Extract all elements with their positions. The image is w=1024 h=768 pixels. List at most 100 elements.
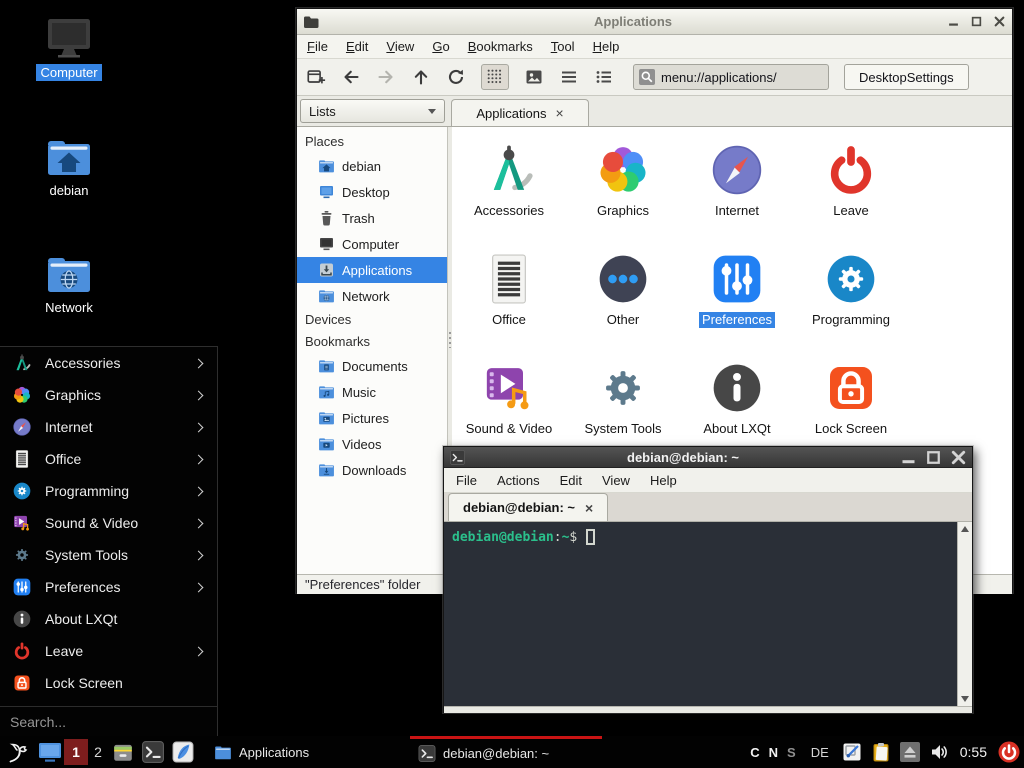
terminal-titlebar[interactable]: debian@debian: ~: [444, 447, 972, 468]
app-category-internet[interactable]: Internet: [680, 137, 794, 246]
app-category-accessories[interactable]: Accessories: [452, 137, 566, 246]
minimize-icon[interactable]: [901, 450, 916, 465]
terminal-menu-file[interactable]: File: [456, 473, 477, 488]
app-category-graphics[interactable]: Graphics: [566, 137, 680, 246]
office-icon: [481, 251, 537, 307]
app-category-programming[interactable]: Programming: [794, 246, 908, 355]
leave-icon: [823, 142, 879, 198]
back-icon[interactable]: [341, 67, 361, 87]
quicklaunch-terminal[interactable]: [142, 741, 164, 763]
desktop-icon-network[interactable]: Network: [21, 253, 117, 316]
sidebar-mode-combo[interactable]: Lists: [300, 99, 445, 123]
fm-menu-go[interactable]: Go: [432, 39, 449, 54]
sidebar-item-network[interactable]: Network: [297, 283, 447, 309]
terminal-menu-actions[interactable]: Actions: [497, 473, 540, 488]
menu-item-lock-screen[interactable]: Lock Screen: [0, 667, 217, 699]
task-terminal[interactable]: debian@debian: ~: [410, 736, 602, 768]
new-tab-icon[interactable]: [306, 67, 326, 87]
screenshot-tray-icon[interactable]: [842, 742, 862, 762]
menu-item-preferences[interactable]: Preferences: [0, 571, 217, 603]
quicklaunch-file-manager[interactable]: [112, 741, 134, 763]
fm-menu-bookmarks[interactable]: Bookmarks: [468, 39, 533, 54]
computer-icon: [45, 18, 93, 60]
app-category-leave[interactable]: Leave: [794, 137, 908, 246]
fm-titlebar[interactable]: Applications: [297, 9, 1012, 35]
fm-menu-edit[interactable]: Edit: [346, 39, 368, 54]
workspace-1-button[interactable]: 1: [64, 739, 88, 765]
desktop-icon-debian[interactable]: debian: [21, 136, 117, 199]
programming-icon: [823, 251, 879, 307]
task-applications[interactable]: Applications: [206, 736, 404, 768]
forward-icon[interactable]: [376, 67, 396, 87]
desktop-settings-button[interactable]: DesktopSettings: [844, 64, 969, 90]
terminal-tab-label: debian@debian: ~: [463, 500, 575, 515]
menu-search: [0, 706, 217, 736]
menu-item-accessories[interactable]: Accessories: [0, 347, 217, 379]
quicklaunch-featherpad[interactable]: [172, 741, 194, 763]
sidebar-item-music[interactable]: Music: [297, 379, 447, 405]
sidebar-item-pictures[interactable]: Pictures: [297, 405, 447, 431]
sidebar-item-trash[interactable]: Trash: [297, 205, 447, 231]
clipboard-tray-icon[interactable]: [871, 742, 891, 762]
system-tools-icon: [12, 545, 32, 565]
reload-icon[interactable]: [446, 67, 466, 87]
tab-close-icon[interactable]: ×: [555, 108, 563, 118]
detailed-view-icon[interactable]: [594, 67, 614, 87]
terminal-menu-help[interactable]: Help: [650, 473, 677, 488]
menu-item-graphics[interactable]: Graphics: [0, 379, 217, 411]
fm-menu-view[interactable]: View: [386, 39, 414, 54]
app-category-preferences[interactable]: Preferences: [680, 246, 794, 355]
fm-menu-help[interactable]: Help: [593, 39, 620, 54]
close-icon[interactable]: [951, 450, 966, 465]
terminal-tab[interactable]: debian@debian: ~ ×: [448, 493, 608, 521]
tab-applications[interactable]: Applications ×: [451, 99, 589, 126]
sidebar-item-videos[interactable]: Videos: [297, 431, 447, 457]
terminal-scrollbar[interactable]: [957, 522, 972, 706]
tab-close-icon[interactable]: ×: [585, 503, 593, 513]
menu-item-sound-video[interactable]: Sound & Video: [0, 507, 217, 539]
keyboard-layout-indicator[interactable]: DE: [811, 745, 829, 760]
start-menu-button[interactable]: [5, 739, 31, 765]
volume-tray-icon[interactable]: [929, 742, 949, 762]
fm-menu-file[interactable]: File: [307, 39, 328, 54]
app-category-other[interactable]: Other: [566, 246, 680, 355]
menu-item-leave[interactable]: Leave: [0, 635, 217, 667]
power-button-icon[interactable]: [998, 741, 1020, 763]
submenu-arrow-icon: [194, 390, 204, 400]
clock[interactable]: 0:55: [960, 744, 987, 760]
menu-item-programming[interactable]: Programming: [0, 475, 217, 507]
thumbnail-view-icon[interactable]: [524, 67, 544, 87]
sidebar-item-applications[interactable]: Applications: [297, 257, 447, 283]
desktop-icon-computer[interactable]: Computer: [21, 18, 117, 81]
maximize-icon[interactable]: [970, 16, 983, 27]
scroll-down-icon[interactable]: [958, 692, 972, 706]
sidebar-item-desktop[interactable]: Desktop: [297, 179, 447, 205]
terminal-menu-view[interactable]: View: [602, 473, 630, 488]
up-icon[interactable]: [411, 67, 431, 87]
compact-view-icon[interactable]: [559, 67, 579, 87]
sidebar-item-documents[interactable]: Documents: [297, 353, 447, 379]
sidebar-item-label: Network: [342, 289, 390, 304]
menu-item-office[interactable]: Office: [0, 443, 217, 475]
workspace-2-button[interactable]: 2: [89, 739, 107, 765]
menu-search-input[interactable]: [10, 714, 207, 730]
sidebar-item-computer[interactable]: Computer: [297, 231, 447, 257]
sidebar-item-downloads[interactable]: Downloads: [297, 457, 447, 483]
close-icon[interactable]: [993, 16, 1006, 27]
scroll-up-icon[interactable]: [958, 522, 972, 536]
app-category-office[interactable]: Office: [452, 246, 566, 355]
menu-item-internet[interactable]: Internet: [0, 411, 217, 443]
fm-menubar: File Edit View Go Bookmarks Tool Help: [297, 35, 1012, 59]
minimize-icon[interactable]: [947, 16, 960, 27]
terminal-screen[interactable]: debian@debian:~$: [444, 522, 972, 706]
menu-item-about-lxqt[interactable]: About LXQt: [0, 603, 217, 635]
path-bar[interactable]: menu://applications/: [633, 64, 829, 90]
icon-view-icon[interactable]: [481, 64, 509, 90]
sidebar-item-debian[interactable]: debian: [297, 153, 447, 179]
menu-item-system-tools[interactable]: System Tools: [0, 539, 217, 571]
maximize-icon[interactable]: [926, 450, 941, 465]
show-desktop-button[interactable]: [38, 741, 62, 763]
terminal-menu-edit[interactable]: Edit: [560, 473, 582, 488]
eject-tray-icon[interactable]: [900, 742, 920, 762]
fm-menu-tool[interactable]: Tool: [551, 39, 575, 54]
